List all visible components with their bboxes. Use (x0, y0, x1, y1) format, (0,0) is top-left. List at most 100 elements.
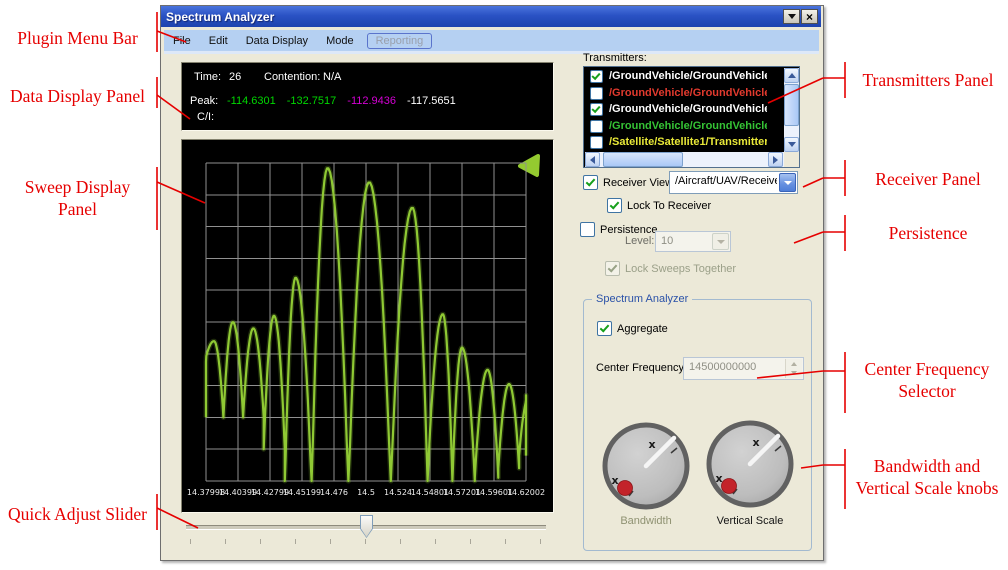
center-frequency-input: 14500000000 (683, 357, 804, 380)
menu-item-file[interactable]: File (164, 33, 200, 49)
slider-tick (330, 539, 331, 544)
svg-text:14.45199: 14.45199 (283, 488, 321, 497)
lock-sweeps-label: Lock Sweeps Together (625, 263, 736, 275)
sweep-chart: 14.3799814.4039914.4279914.4519914.47614… (182, 140, 551, 510)
vertical-scrollbar-thumb[interactable] (784, 84, 799, 126)
slider-tick (365, 539, 366, 544)
time-label: Time: (194, 71, 221, 83)
scroll-right-button[interactable] (768, 152, 783, 167)
transmitter-label: /GroundVehicle/GroundVehicle5/Trans (609, 120, 767, 132)
contention-label: Contention: (264, 71, 320, 83)
annotation-sweep-display-panel: Sweep Display Panel (0, 176, 155, 220)
receiver-combo-value: /Aircraft/UAV/Receive (675, 175, 777, 187)
annotation-center-freq-line2: Selector (846, 380, 1008, 402)
vertical-scale-knob[interactable]: x x (704, 418, 796, 510)
window-titlebar[interactable]: Spectrum Analyzer (161, 6, 821, 27)
receiver-view-label: Receiver View: (603, 177, 676, 189)
slider-tick (400, 539, 401, 544)
level-combo-value: 10 (661, 235, 710, 247)
combo-arrow-button[interactable] (779, 173, 796, 192)
bandwidth-knob-label: Bandwidth (600, 515, 692, 527)
aggregate-label: Aggregate (617, 323, 668, 335)
scroll-down-button[interactable] (784, 137, 799, 152)
spin-down-button (786, 369, 802, 379)
transmitter-label: /GroundVehicle/GroundVehicle2/Trans (609, 70, 767, 82)
scroll-up-button[interactable] (784, 68, 799, 83)
menu-item-data-display[interactable]: Data Display (237, 33, 317, 49)
chevron-down-icon (784, 181, 792, 185)
sweep-display-panel: 14.3799814.4039914.4279914.4519914.47614… (181, 139, 554, 513)
slider-tick (190, 539, 191, 544)
slider-tick (295, 539, 296, 544)
screenshot-canvas: Plugin Menu Bar Data Display Panel Sweep… (0, 0, 1008, 570)
window-title: Spectrum Analyzer (161, 10, 274, 24)
annotation-knobs-line1: Bandwidth and (846, 455, 1008, 477)
transmitter-row[interactable]: /GroundVehicle/GroundVehicle4/Tran (585, 102, 767, 118)
chevron-down-icon (788, 14, 796, 19)
arrow-down-icon (788, 142, 796, 147)
transmitter-checkbox[interactable] (590, 70, 603, 83)
ci-label: C/I: (197, 111, 214, 123)
knob-red-dot (618, 481, 633, 496)
titlebar-close-button[interactable]: × (801, 9, 818, 24)
annotation-sweep-line1: Sweep Display (0, 176, 155, 198)
peak-label: Peak: (190, 95, 218, 107)
annotation-center-freq-line1: Center Frequency (846, 358, 1008, 380)
lock-to-receiver-label: Lock To Receiver (627, 200, 711, 212)
transmitter-list[interactable]: /GroundVehicle/GroundVehicle2/Trans/Grou… (583, 66, 800, 168)
peak-value: -117.5651 (407, 95, 456, 107)
transmitter-label: /GroundVehicle/GroundVehicle4/Tran (609, 103, 767, 115)
horizontal-scrollbar-thumb[interactable] (603, 152, 683, 167)
annotation-knobs: Bandwidth and Vertical Scale knobs (846, 455, 1008, 499)
groupbox-caption: Spectrum Analyzer (592, 293, 692, 305)
transmitter-row[interactable]: /GroundVehicle/GroundVehicle2/Trans (585, 69, 767, 85)
aggregate-checkbox[interactable] (597, 321, 612, 336)
svg-text:14.5: 14.5 (357, 488, 375, 497)
arrow-right-icon (773, 156, 778, 164)
annotation-data-display-panel: Data Display Panel (0, 85, 155, 107)
annotation-quick-adjust-slider: Quick Adjust Slider (0, 503, 155, 525)
transmitters-label: Transmitters: (583, 52, 647, 64)
knob-red-dot (722, 479, 737, 494)
titlebar-dropdown-button[interactable] (783, 9, 800, 24)
lock-to-receiver-checkbox[interactable] (607, 198, 622, 213)
transmitter-checkbox[interactable] (590, 87, 603, 100)
annotation-receiver-panel: Receiver Panel (848, 168, 1008, 190)
svg-text:14.62002: 14.62002 (507, 488, 545, 497)
annotation-center-frequency-selector: Center Frequency Selector (846, 358, 1008, 402)
transmitter-label: /GroundVehicle/GroundVehicle3/Trans (609, 87, 767, 99)
annotation-transmitters-panel: Transmitters Panel (848, 69, 1008, 91)
scrollbar-corner (784, 152, 799, 167)
transmitter-row[interactable]: /Satellite/Satellite1/Transmitter/Transm (585, 135, 767, 151)
knob-x-mark: x (611, 474, 618, 487)
transmitter-row[interactable]: /GroundVehicle/GroundVehicle5/Trans (585, 119, 767, 135)
annotation-persistence: Persistence (848, 222, 1008, 244)
bandwidth-knob[interactable]: x x (600, 420, 692, 512)
sweep-marker-icon (520, 156, 538, 175)
slider-tick (435, 539, 436, 544)
level-label: Level: (625, 235, 654, 247)
scroll-left-button[interactable] (585, 152, 600, 167)
peak-value: -132.7517 (287, 95, 337, 107)
transmitter-checkbox[interactable] (590, 136, 603, 149)
transmitter-row[interactable]: /GroundVehicle/GroundVehicle3/Trans (585, 86, 767, 102)
vertical-scale-knob-label: Vertical Scale (704, 515, 796, 527)
receiver-combo[interactable]: /Aircraft/UAV/Receive (669, 171, 798, 194)
receiver-view-checkbox[interactable] (583, 175, 598, 190)
slider-tick (505, 539, 506, 544)
menu-item-mode[interactable]: Mode (317, 33, 363, 49)
close-icon: × (806, 12, 813, 22)
time-value: 26 (229, 71, 241, 83)
spin-up-button (786, 359, 802, 369)
arrow-up-icon (788, 73, 796, 78)
slider-tick (260, 539, 261, 544)
slider-tick (225, 539, 226, 544)
level-combo-arrow (712, 233, 729, 250)
menu-item-edit[interactable]: Edit (200, 33, 237, 49)
transmitter-checkbox[interactable] (590, 120, 603, 133)
peak-value: -114.6301 (227, 95, 276, 107)
knob-x-mark: x (715, 472, 722, 485)
persistence-checkbox[interactable] (580, 222, 595, 237)
contention-value: N/A (323, 71, 341, 83)
transmitter-checkbox[interactable] (590, 103, 603, 116)
